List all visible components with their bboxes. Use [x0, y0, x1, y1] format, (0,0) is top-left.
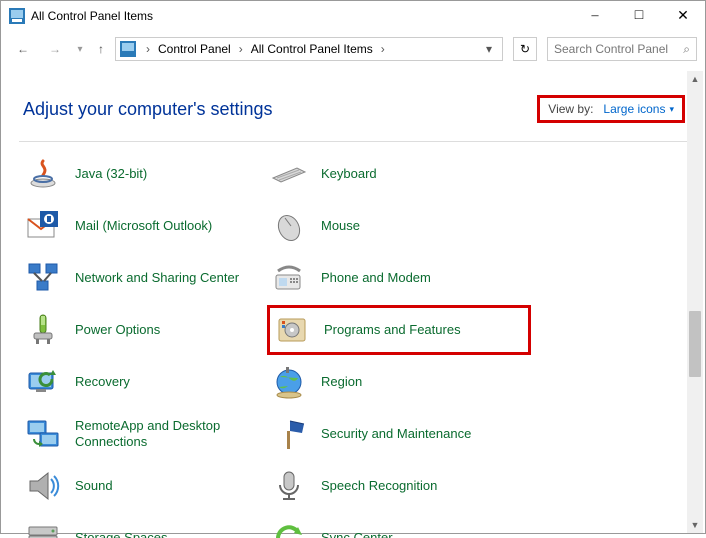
- breadcrumb-all-items[interactable]: All Control Panel Items: [249, 42, 375, 56]
- item-recovery[interactable]: Recovery: [25, 364, 265, 400]
- item-label: Phone and Modem: [321, 270, 431, 286]
- chevron-right-icon[interactable]: ›: [377, 42, 389, 56]
- search-input[interactable]: Search Control Panel ⌕: [547, 37, 697, 61]
- sound-icon: [25, 468, 61, 504]
- view-by-control: View by: Large icons ▾: [537, 95, 685, 123]
- control-panel-icon: [9, 8, 25, 24]
- view-by-value: Large icons: [603, 102, 665, 116]
- storage-icon: [25, 520, 61, 538]
- region-icon: [271, 364, 307, 400]
- item-remoteapp[interactable]: RemoteApp and Desktop Connections: [25, 416, 265, 452]
- chevron-down-icon: ▾: [669, 104, 674, 115]
- keyboard-icon: [271, 156, 307, 192]
- item-mail[interactable]: Mail (Microsoft Outlook): [25, 208, 265, 244]
- page-title: Adjust your computer's settings: [23, 99, 537, 120]
- item-sound[interactable]: Sound: [25, 468, 265, 504]
- item-java[interactable]: Java (32-bit): [25, 156, 265, 192]
- item-label: Keyboard: [321, 166, 377, 182]
- minimize-button[interactable]: –: [573, 1, 617, 31]
- vertical-scrollbar[interactable]: ▲ ▼: [687, 71, 703, 533]
- chevron-right-icon[interactable]: ›: [142, 42, 154, 56]
- item-label: Region: [321, 374, 362, 390]
- search-placeholder: Search Control Panel: [554, 42, 668, 56]
- item-label: Java (32-bit): [75, 166, 147, 182]
- item-mouse[interactable]: Mouse: [271, 208, 511, 244]
- item-programs[interactable]: Programs and Features: [267, 305, 531, 355]
- item-security[interactable]: Security and Maintenance: [271, 416, 511, 452]
- forward-button[interactable]: →: [41, 35, 69, 63]
- back-button[interactable]: ←: [9, 35, 37, 63]
- remoteapp-icon: [25, 416, 61, 452]
- item-label: Security and Maintenance: [321, 426, 471, 442]
- item-label: Recovery: [75, 374, 130, 390]
- recovery-icon: [25, 364, 61, 400]
- scrollbar-thumb[interactable]: [689, 311, 701, 377]
- item-label: Storage Spaces: [75, 530, 168, 538]
- titlebar: All Control Panel Items – □ ✕: [1, 1, 705, 31]
- item-keyboard[interactable]: Keyboard: [271, 156, 511, 192]
- item-label: RemoteApp and Desktop Connections: [75, 418, 255, 449]
- item-region[interactable]: Region: [271, 364, 511, 400]
- programs-icon: [274, 312, 310, 348]
- item-power[interactable]: Power Options: [25, 312, 265, 348]
- item-storage[interactable]: Storage Spaces: [25, 520, 265, 538]
- refresh-button[interactable]: ↻: [513, 37, 537, 61]
- search-icon: ⌕: [683, 42, 690, 57]
- breadcrumb-control-panel[interactable]: Control Panel: [156, 42, 233, 56]
- item-speech[interactable]: Speech Recognition: [271, 468, 511, 504]
- power-icon: [25, 312, 61, 348]
- item-label: Network and Sharing Center: [75, 270, 239, 286]
- window-title: All Control Panel Items: [31, 9, 573, 23]
- item-label: Programs and Features: [324, 322, 461, 338]
- network-icon: [25, 260, 61, 296]
- up-button[interactable]: ↑: [91, 35, 111, 63]
- close-button[interactable]: ✕: [661, 1, 705, 31]
- items-grid: Java (32-bit) Keyboard Mail (Microsoft O…: [1, 142, 705, 538]
- view-by-label: View by:: [548, 102, 593, 116]
- speech-icon: [271, 468, 307, 504]
- item-sync[interactable]: Sync Center: [271, 520, 511, 538]
- java-icon: [25, 156, 61, 192]
- scroll-down-button[interactable]: ▼: [687, 517, 703, 533]
- control-panel-icon: [120, 41, 136, 57]
- mouse-icon: [271, 208, 307, 244]
- scroll-up-button[interactable]: ▲: [687, 71, 703, 87]
- content-header: Adjust your computer's settings View by:…: [1, 67, 705, 141]
- item-label: Speech Recognition: [321, 478, 437, 494]
- view-by-dropdown[interactable]: Large icons ▾: [603, 102, 674, 116]
- item-label: Mail (Microsoft Outlook): [75, 218, 212, 234]
- address-bar[interactable]: › Control Panel › All Control Panel Item…: [115, 37, 503, 61]
- window-controls: – □ ✕: [573, 1, 705, 31]
- maximize-button[interactable]: □: [617, 1, 661, 31]
- address-dropdown[interactable]: ▾: [480, 42, 498, 56]
- mail-icon: [25, 208, 61, 244]
- navigation-bar: ← → ▾ ↑ › Control Panel › All Control Pa…: [1, 31, 705, 67]
- item-label: Power Options: [75, 322, 160, 338]
- item-label: Mouse: [321, 218, 360, 234]
- recent-locations-dropdown[interactable]: ▾: [73, 35, 87, 63]
- item-network[interactable]: Network and Sharing Center: [25, 260, 265, 296]
- item-label: Sync Center: [321, 530, 393, 538]
- chevron-right-icon[interactable]: ›: [235, 42, 247, 56]
- phone-modem-icon: [271, 260, 307, 296]
- scrollbar-track[interactable]: [687, 87, 703, 517]
- sync-icon: [271, 520, 307, 538]
- item-phone[interactable]: Phone and Modem: [271, 260, 511, 296]
- security-icon: [271, 416, 307, 452]
- item-label: Sound: [75, 478, 113, 494]
